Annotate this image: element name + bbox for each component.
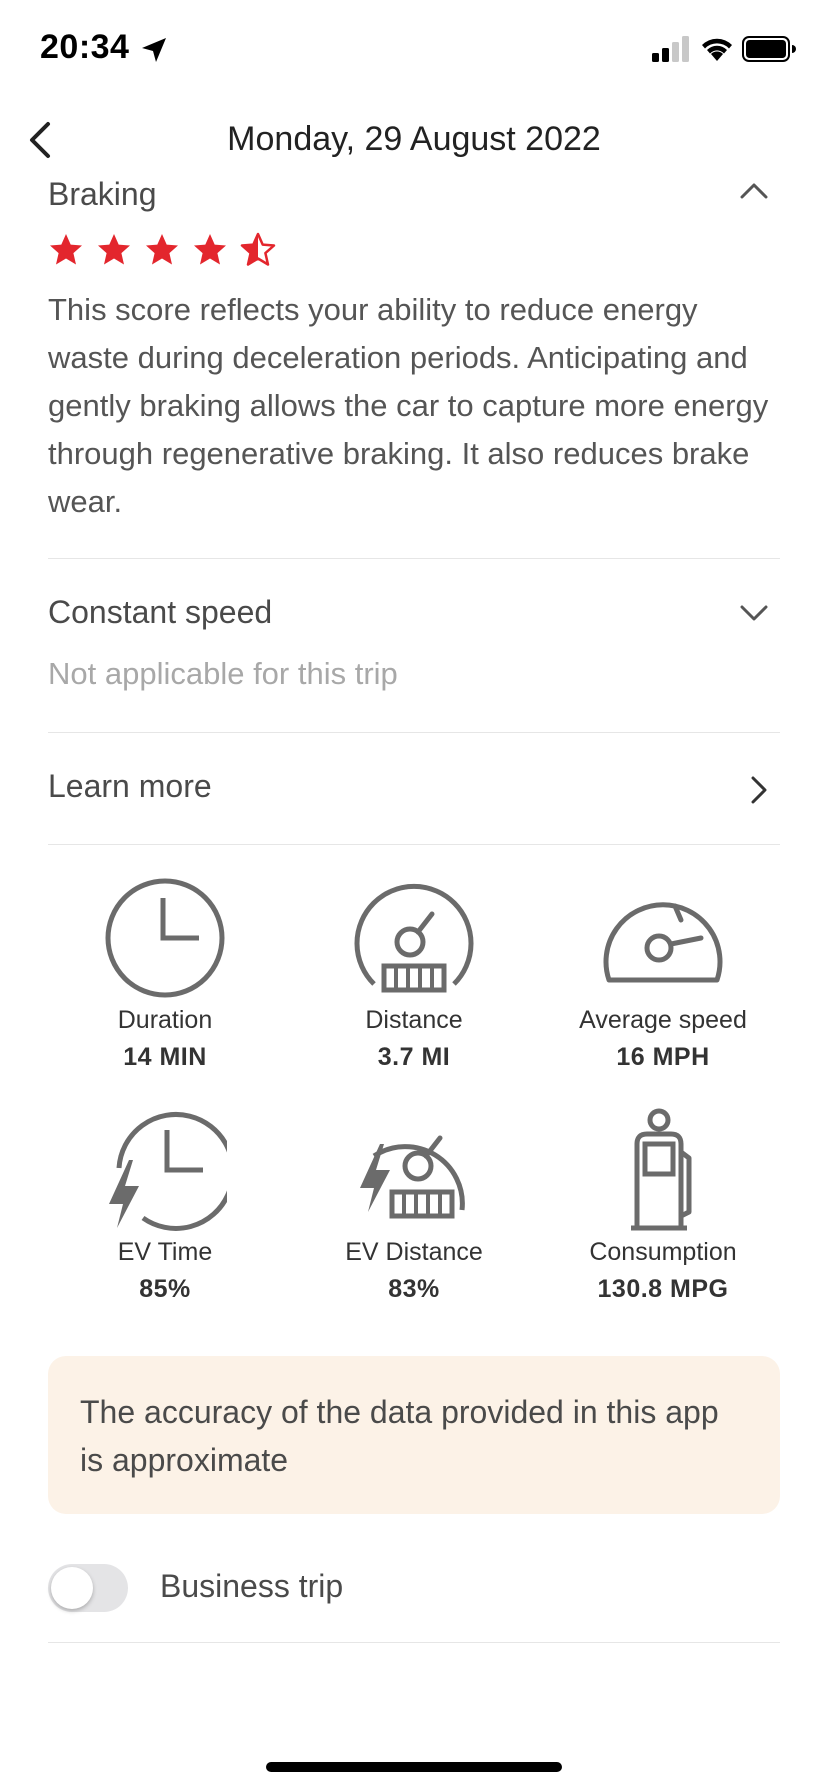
stat-value: 16 MPH xyxy=(616,1043,710,1071)
stat-distance: Distance 3.7 MI xyxy=(289,876,539,1072)
stat-value: 14 MIN xyxy=(123,1043,207,1071)
divider xyxy=(48,558,780,559)
fuel-pump-icon xyxy=(631,1108,692,1231)
star-full-icon xyxy=(194,234,226,265)
learn-more-label: Learn more xyxy=(48,768,212,804)
star-full-icon xyxy=(146,234,178,265)
notice-text: The accuracy of the data provided in thi… xyxy=(80,1394,719,1478)
divider xyxy=(48,732,780,733)
stat-label: Duration xyxy=(117,1006,213,1034)
constant-speed-title: Constant speed xyxy=(48,594,273,630)
braking-description: This score reflects your ability to redu… xyxy=(48,292,769,519)
constant-speed-note: Not applicable for this trip xyxy=(48,656,398,691)
stat-ev-distance: EV Distance 83% xyxy=(289,1108,539,1304)
stat-ev-time: EV Time 85% xyxy=(40,1108,290,1304)
stat-label: Consumption xyxy=(589,1238,737,1266)
cellular-signal-icon xyxy=(652,36,689,62)
stat-value: 85% xyxy=(139,1275,191,1303)
stat-label: EV Distance xyxy=(345,1238,483,1266)
location-arrow-icon xyxy=(142,38,166,62)
navigation-bar: Monday, 29 August 2022 xyxy=(0,110,828,170)
business-trip-label: Business trip xyxy=(160,1568,344,1604)
accuracy-notice: The accuracy of the data provided in thi… xyxy=(48,1356,780,1514)
clock-icon xyxy=(105,878,225,998)
stat-average-speed: Average speed 16 MPH xyxy=(538,876,788,1072)
constant-speed-section-header[interactable]: Constant speed xyxy=(48,594,780,634)
page-title: Monday, 29 August 2022 xyxy=(227,120,601,158)
stat-value: 83% xyxy=(388,1275,440,1303)
toggle-knob xyxy=(51,1567,93,1609)
home-indicator[interactable] xyxy=(266,1762,562,1772)
odometer-icon xyxy=(354,883,474,993)
status-bar: 20:34 xyxy=(0,0,828,100)
ev-odometer-icon xyxy=(360,1135,465,1219)
stat-consumption: Consumption 130.8 MPG xyxy=(538,1108,788,1304)
ev-clock-icon xyxy=(109,1111,227,1231)
chevron-down-icon[interactable] xyxy=(738,602,770,624)
wifi-icon xyxy=(702,38,732,61)
stat-duration: Duration 14 MIN xyxy=(40,876,290,1072)
status-time: 20:34 xyxy=(40,28,130,66)
divider xyxy=(48,1642,780,1643)
chevron-up-icon[interactable] xyxy=(738,180,770,202)
speedometer-icon xyxy=(603,902,723,983)
learn-more-link[interactable]: Learn more xyxy=(48,768,780,808)
stat-value: 3.7 MI xyxy=(377,1043,451,1071)
stat-label: Distance xyxy=(365,1006,463,1034)
star-full-icon xyxy=(50,234,82,265)
battery-icon xyxy=(742,36,796,62)
braking-section-header[interactable]: Braking xyxy=(48,176,780,216)
stat-label: EV Time xyxy=(117,1238,213,1266)
divider xyxy=(48,844,780,845)
business-trip-toggle[interactable] xyxy=(48,1564,128,1612)
braking-title: Braking xyxy=(48,176,157,212)
stat-value: 130.8 MPG xyxy=(597,1275,729,1303)
stat-label: Average speed xyxy=(579,1006,747,1034)
star-full-icon xyxy=(98,234,130,265)
chevron-right-icon xyxy=(751,776,767,804)
star-half-icon xyxy=(240,232,276,266)
